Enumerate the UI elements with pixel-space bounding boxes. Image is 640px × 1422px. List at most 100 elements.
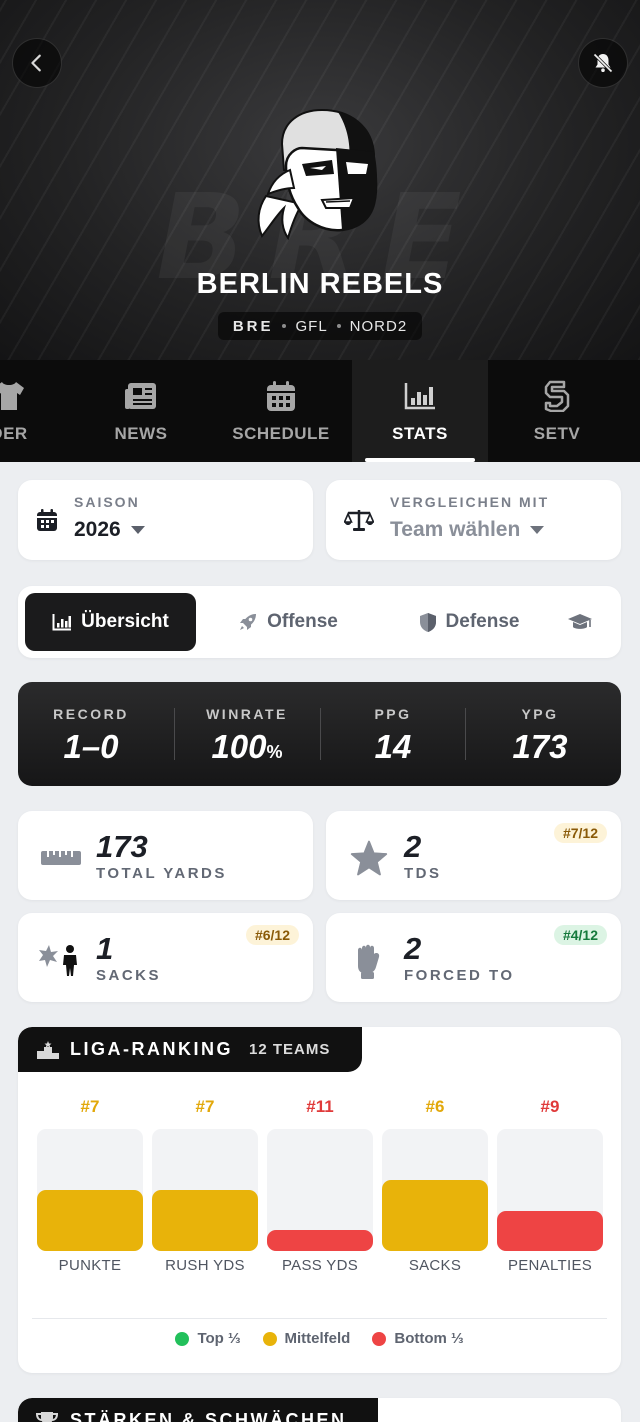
- stat-label: TOTAL YARDS: [96, 865, 227, 882]
- ranking-bar-fill: [37, 1190, 143, 1251]
- shield-icon: [419, 612, 436, 632]
- stat-label: TDS: [404, 865, 442, 882]
- legend-dot: [372, 1331, 387, 1346]
- segment-label: Offense: [267, 611, 338, 632]
- stat-card-forced-turnovers[interactable]: 2 FORCED TO #4/12: [326, 913, 621, 1002]
- tab-label: DER: [0, 424, 28, 443]
- ranking-bar-fill: [497, 1211, 603, 1251]
- compare-select[interactable]: VERGLEICHEN MIT Team wählen: [326, 480, 621, 560]
- summary-label: YPG: [521, 706, 559, 722]
- summary-value: 173: [512, 728, 568, 765]
- newspaper-icon: [125, 383, 156, 409]
- summary-value: 100%: [211, 728, 283, 765]
- stat-card-tds[interactable]: 2 TDS #7/12: [326, 811, 621, 900]
- ranking-team-count: 12 TEAMS: [249, 1041, 331, 1058]
- tab-roster[interactable]: DER: [0, 360, 72, 462]
- league-ranking-card: LIGA-RANKING 12 TEAMS #7 PUNKTE #7 RUSH …: [18, 1027, 621, 1373]
- ranking-bar-rank: #7: [80, 1097, 100, 1116]
- ranking-bar-fill: [152, 1190, 258, 1251]
- ranking-bar: #7 PUNKTE: [37, 1097, 143, 1274]
- ranking-bar-rank: #9: [540, 1097, 560, 1116]
- segment-special[interactable]: [564, 593, 604, 651]
- season-label: SAISON: [74, 494, 140, 510]
- segment-offense[interactable]: Offense: [218, 593, 358, 651]
- strengths-weaknesses-card: STÄRKEN & SCHWÄCHEN: [18, 1398, 621, 1422]
- bell-off-icon: [593, 53, 613, 73]
- ranking-bar: #9 PENALTIES: [497, 1097, 603, 1274]
- ranking-bar-track: [497, 1129, 603, 1251]
- tab-stats[interactable]: STATS: [352, 360, 488, 462]
- caret-down-icon: [130, 526, 145, 534]
- tab-schedule[interactable]: SCHEDULE: [212, 360, 350, 462]
- ranking-bar-label: RUSH YDS: [165, 1257, 245, 1274]
- separator-dot: [282, 324, 287, 328]
- divider: [32, 1318, 607, 1319]
- season-year: 2026: [74, 518, 121, 541]
- calendar-icon: [267, 381, 295, 411]
- legend-label: Bottom ⅓: [394, 1330, 464, 1347]
- stat-value: 2: [404, 829, 422, 864]
- season-select[interactable]: SAISON 2026: [18, 480, 313, 560]
- bar-chart-icon: [404, 383, 435, 410]
- rank-badge: #7/12: [553, 823, 607, 843]
- summary-ypg: YPG 173: [467, 682, 613, 786]
- legend-dot: [262, 1331, 277, 1346]
- ranking-bar-fill: [382, 1180, 488, 1251]
- team-meta: BRE GFL NORD2: [218, 312, 422, 340]
- notifications-toggle-button[interactable]: [578, 38, 628, 88]
- team-league: GFL: [295, 317, 328, 335]
- trophy-icon: [36, 1411, 58, 1422]
- ranking-bar-rank: #6: [425, 1097, 445, 1116]
- shirt-icon: [0, 382, 24, 410]
- summary-ppg: PPG 14: [320, 682, 466, 786]
- ranking-bar-rank: #7: [195, 1097, 215, 1116]
- summary-winrate: WINRATE 100%: [174, 682, 320, 786]
- ranking-bar-label: PENALTIES: [507, 1257, 593, 1274]
- summary-value: 1–0: [63, 728, 119, 765]
- segment-defense[interactable]: Defense: [396, 593, 542, 651]
- ranking-bar-fill: [267, 1230, 373, 1251]
- ranking-bar-label: PUNKTE: [58, 1257, 122, 1274]
- team-abbreviation: BRE: [232, 317, 274, 335]
- strengths-title: STÄRKEN & SCHWÄCHEN: [70, 1410, 347, 1422]
- strengths-header: STÄRKEN & SCHWÄCHEN: [18, 1398, 378, 1422]
- ranking-bar: #11 PASS YDS: [267, 1097, 373, 1274]
- ranking-header: LIGA-RANKING 12 TEAMS: [18, 1027, 362, 1072]
- legend-item: Mittelfeld: [262, 1330, 351, 1347]
- tab-label: NEWS: [114, 424, 168, 443]
- segment-label: Defense: [445, 611, 520, 632]
- legend-label: Top ⅓: [197, 1330, 241, 1347]
- season-summary: RECORD 1–0 WINRATE 100% PPG 14 YPG 173: [18, 682, 621, 786]
- scale-icon: [344, 510, 374, 531]
- chevron-left-icon: [31, 54, 41, 72]
- setv-logo-icon: [544, 380, 570, 412]
- stat-label: FORCED TO: [404, 967, 515, 984]
- ranking-bar-rank: #11: [306, 1097, 334, 1116]
- back-button[interactable]: [12, 38, 62, 88]
- fist-icon: [344, 939, 394, 981]
- stat-card-sacks[interactable]: 1 SACKS #6/12: [18, 913, 313, 1002]
- ranking-bar-track: [152, 1129, 258, 1251]
- ruler-icon: [36, 837, 86, 879]
- tab-setv[interactable]: SETV: [494, 360, 620, 462]
- summary-label: RECORD: [53, 706, 129, 722]
- tab-label: STATS: [392, 424, 448, 443]
- segment-overview[interactable]: Übersicht: [25, 593, 196, 651]
- rank-badge: #6/12: [245, 925, 299, 945]
- rank-badge: #4/12: [553, 925, 607, 945]
- stats-view-tabs: Übersicht Offense Defense: [18, 586, 621, 658]
- ranking-bar-track: [382, 1129, 488, 1251]
- stat-value: 173: [96, 829, 148, 864]
- compare-label: VERGLEICHEN MIT: [390, 494, 550, 510]
- stat-card-total-yards[interactable]: 173 TOTAL YARDS: [18, 811, 313, 900]
- legend-label: Mittelfeld: [284, 1330, 351, 1347]
- rocket-icon: [240, 614, 257, 630]
- section-tabs: DER NEWS SCHEDU: [0, 360, 640, 462]
- ranking-bar-label: SACKS: [408, 1257, 462, 1274]
- sack-icon: [36, 939, 86, 981]
- summary-label: WINRATE: [206, 706, 288, 722]
- stat-label: SACKS: [96, 967, 162, 984]
- tab-news[interactable]: NEWS: [76, 360, 206, 462]
- season-value: 2026: [74, 518, 145, 542]
- team-division: NORD2: [349, 317, 408, 335]
